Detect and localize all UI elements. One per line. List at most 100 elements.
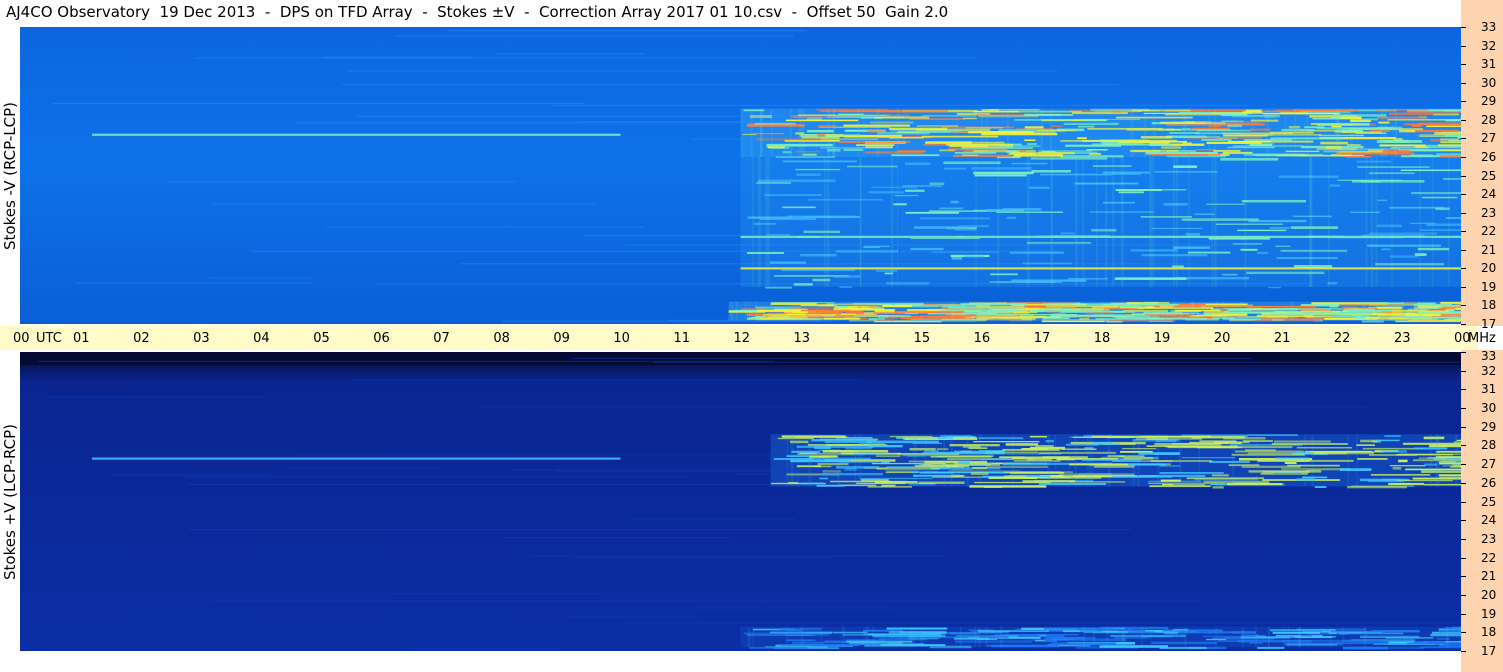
frequency-tick-mark [1461, 324, 1466, 325]
frequency-tick-label: 26 [1481, 149, 1497, 164]
mhz-unit-label: MHz [1468, 331, 1496, 346]
frequency-tick-mark [1461, 576, 1466, 578]
time-tick-label: 09 [553, 331, 570, 346]
time-tick-label: 01 [73, 331, 90, 346]
frequency-tick-mark [1461, 445, 1466, 447]
frequency-tick-mark [1461, 249, 1466, 251]
time-tick-label: 00 [13, 331, 30, 346]
frequency-tick-label: 28 [1481, 112, 1497, 127]
frequency-tick-label: 32 [1481, 38, 1497, 53]
time-tick-label: 12 [733, 331, 751, 346]
frequency-tick-mark [1461, 464, 1466, 466]
frequency-tick-label: 27 [1481, 457, 1497, 472]
frequency-tick-mark [1461, 538, 1466, 540]
frequency-tick-mark [1461, 352, 1466, 353]
frequency-tick-mark [1461, 212, 1466, 214]
frequency-tick-label: 20 [1481, 261, 1497, 276]
frequency-tick-label: 18 [1481, 298, 1497, 313]
spectrogram-top-svg [20, 27, 1461, 324]
frequency-tick-mark [1461, 175, 1466, 177]
frequency-tick-label: 33 [1481, 20, 1497, 34]
emission-line [740, 267, 1461, 270]
frequency-tick-label: 25 [1481, 494, 1497, 509]
frequency-tick-label: 17 [1481, 644, 1497, 658]
time-tick-label: 05 [313, 331, 330, 346]
frequency-tick-label: 24 [1481, 513, 1497, 528]
emission-line [92, 133, 621, 136]
emission-band [770, 434, 1461, 489]
frequency-tick-mark [1461, 557, 1466, 559]
frequency-axis-top: 17 18 19 20 21 22 23 24 25 26 27 28 29 30 31 32 33 [1461, 0, 1503, 330]
frequency-tick-label: 30 [1481, 401, 1497, 416]
time-tick-label: 13 [793, 331, 811, 346]
frequency-tick-mark [1461, 82, 1466, 84]
frequency-tick-mark [1461, 138, 1466, 140]
frequency-tick-mark [1461, 408, 1466, 410]
spectrogram-page: { "title": "AJ4CO Observatory 19 Dec 201… [0, 0, 1503, 672]
frequency-tick-mark [1461, 370, 1466, 372]
time-tick-label: 15 [913, 331, 931, 346]
time-tick-label: 17 [1033, 331, 1051, 346]
spectrogram-bottom [20, 352, 1461, 651]
emission-band [728, 301, 1461, 323]
frequency-tick-label: 20 [1481, 587, 1497, 602]
frequency-tick-mark [1461, 101, 1466, 103]
frequency-tick-label: 31 [1481, 57, 1497, 72]
frequency-tick-label: 22 [1481, 550, 1497, 565]
time-tick-label: 16 [973, 331, 991, 346]
frequency-tick-mark [1461, 632, 1466, 634]
frequency-tick-mark [1461, 119, 1466, 121]
time-tick-label: 18 [1093, 331, 1111, 346]
time-axis: 00 01 02 03 04 05 06 07 08 09 10 11 12 13 14 15 16 17 18 19… [0, 326, 1496, 350]
frequency-tick-mark [1461, 501, 1466, 503]
frequency-tick-mark [1461, 268, 1466, 270]
time-tick-label: 06 [373, 331, 390, 346]
frequency-tick-label: 21 [1481, 569, 1497, 584]
frequency-tick-mark [1461, 231, 1466, 233]
frequency-tick-mark [1461, 651, 1466, 652]
ylabel-bottom: Stokes +V (LCP-RCP) [1, 423, 19, 580]
frequency-tick-label: 26 [1481, 475, 1497, 490]
frequency-tick-mark [1461, 305, 1466, 307]
frequency-tick-label: 25 [1481, 168, 1497, 183]
frequency-tick-mark [1461, 426, 1466, 428]
emission-line [92, 457, 621, 460]
time-tick-label: 20 [1213, 331, 1231, 346]
time-tick-label: 03 [193, 331, 210, 346]
time-tick-label: 10 [613, 331, 630, 346]
frequency-tick-mark [1461, 64, 1466, 66]
spectrogram-bottom-svg [20, 352, 1461, 651]
time-tick-label: 14 [853, 331, 871, 346]
frequency-tick-mark [1461, 156, 1466, 158]
frequency-tick-mark [1461, 613, 1466, 615]
frequency-tick-label: 29 [1481, 94, 1497, 109]
frequency-tick-label: 18 [1481, 625, 1497, 640]
frequency-tick-mark [1461, 482, 1466, 484]
frequency-tick-label: 19 [1481, 279, 1497, 294]
frequency-tick-mark [1461, 594, 1466, 596]
frequency-tick-mark [1461, 520, 1466, 522]
time-tick-label: 02 [133, 331, 150, 346]
frequency-tick-label: 30 [1481, 75, 1497, 90]
time-tick-label: 11 [673, 331, 690, 346]
time-tick-label: 19 [1153, 331, 1171, 346]
frequency-tick-label: 21 [1481, 242, 1497, 257]
frequency-tick-mark [1461, 45, 1466, 47]
time-tick-label: 21 [1273, 331, 1291, 346]
time-tick-label: 23 [1393, 331, 1411, 346]
ylabel-bottom-container: Stokes +V (LCP-RCP) [0, 352, 20, 651]
emission-band [740, 626, 1461, 650]
ylabel-top-container: Stokes -V (RCP-LCP) [0, 27, 20, 324]
frequency-tick-mark [1461, 27, 1466, 28]
chart-title: AJ4CO Observatory 19 Dec 2013 - DPS on T… [6, 3, 949, 21]
frequency-tick-label: 24 [1481, 187, 1497, 202]
frequency-tick-label: 28 [1481, 438, 1497, 453]
frequency-tick-label: 23 [1481, 205, 1497, 220]
utc-unit-label: UTC [36, 331, 62, 346]
frequency-tick-label: 23 [1481, 531, 1497, 546]
frequency-tick-mark [1461, 389, 1466, 391]
frequency-tick-label: 17 [1481, 317, 1497, 331]
frequency-tick-label: 31 [1481, 382, 1497, 397]
ylabel-top: Stokes -V (RCP-LCP) [1, 101, 19, 250]
frequency-tick-label: 27 [1481, 131, 1497, 146]
